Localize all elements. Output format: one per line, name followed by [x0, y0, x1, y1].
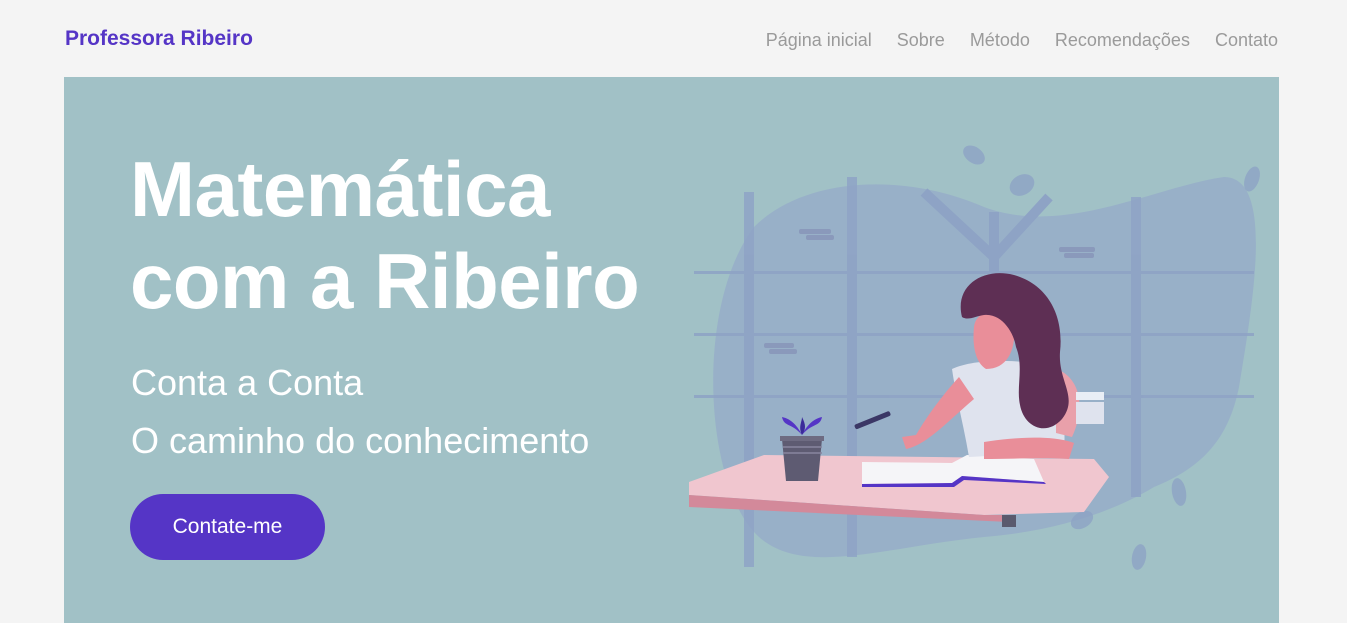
brand-logo-link[interactable]: Professora Ribeiro: [65, 27, 253, 51]
site-header: Professora Ribeiro Página inicial Sobre …: [0, 0, 1347, 77]
hero-subtitle-line-1: Conta a Conta: [131, 362, 364, 403]
nav-link-about[interactable]: Sobre: [897, 30, 945, 51]
nav-link-recommendations[interactable]: Recomendações: [1055, 30, 1190, 51]
hero-title-line-2: com a Ribeiro: [130, 237, 640, 325]
hero-subtitle-line-2: O caminho do conhecimento: [131, 420, 590, 461]
nav-link-home[interactable]: Página inicial: [766, 30, 872, 51]
contact-me-button[interactable]: Contate-me: [130, 494, 325, 560]
hero-title: Matemática com a Ribeiro: [130, 143, 640, 327]
main-nav: Página inicial Sobre Método Recomendaçõe…: [766, 30, 1278, 51]
nav-link-contact[interactable]: Contato: [1215, 30, 1278, 51]
hero-section: Matemática com a Ribeiro Conta a Conta O…: [64, 77, 1279, 623]
hero-subtitle: Conta a Conta O caminho do conhecimento: [131, 354, 589, 470]
nav-link-method[interactable]: Método: [970, 30, 1030, 51]
hero-title-line-1: Matemática: [130, 145, 550, 233]
woman-studying-illustration: [689, 145, 1260, 570]
plant-pot: [782, 439, 822, 481]
